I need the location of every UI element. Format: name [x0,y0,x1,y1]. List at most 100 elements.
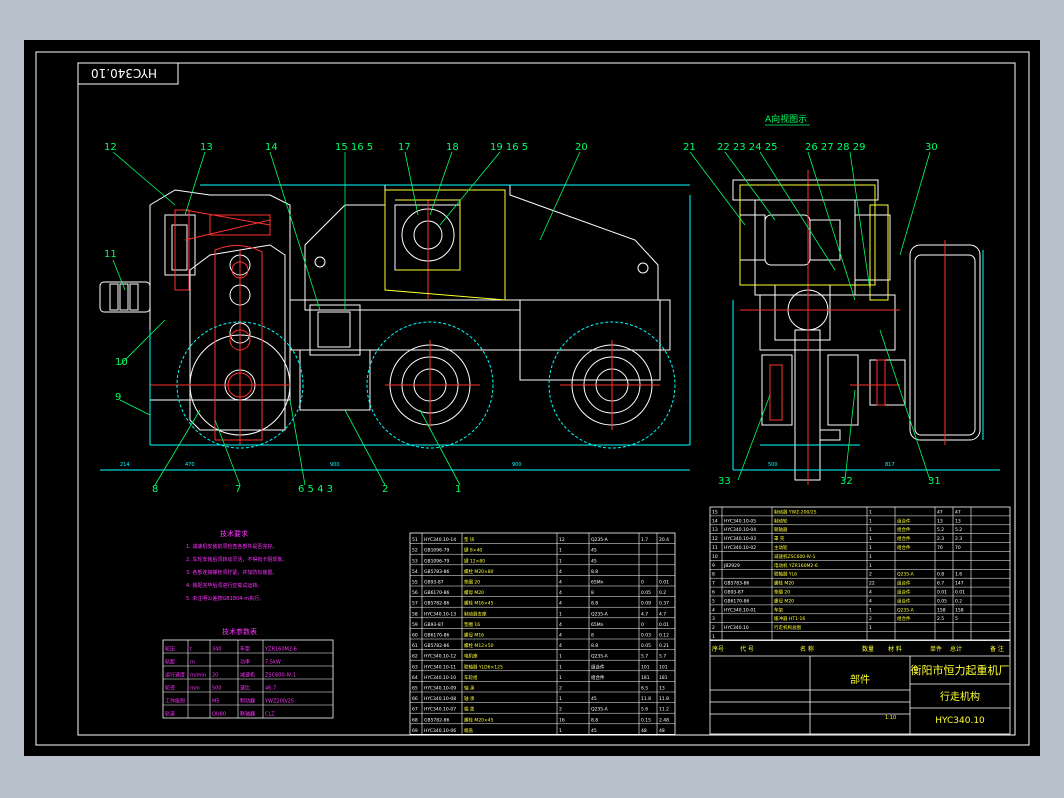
bom-left-cell: 制动器支座 [464,610,487,617]
balloon-30: 30 [925,142,938,153]
bom-left-cell: 键 8×40 [464,547,482,554]
bom-left-cell: GB1096-79 [424,548,450,554]
bom-left-cell: 6.5 [641,686,648,692]
balloon-18: 18 [446,142,459,153]
bom-right-cell: 2.3 [955,536,962,542]
bom-right-cell: 10 [712,554,718,560]
bom-left-cell: 0.01 [659,622,669,628]
bom-right-cell: 158 [955,607,964,613]
bom-left-cell: 11.8 [659,696,669,702]
params-cell: 车型 [240,646,250,653]
bom-left-cell: GB5783-86 [424,569,450,575]
bom-right-cell: 组合件 [897,526,911,533]
bom-left-cell: 5.7 [641,654,648,660]
bom-right-cell: HYC340.10-05 [724,518,756,524]
bom-left-cell: 1.7 [641,537,648,543]
bom-left-cell: 11.2 [659,707,669,713]
bom-right-cell: Q235-A [897,572,915,578]
params-cell: M5 [212,699,220,705]
params-cell: m [190,660,195,666]
bom-right-cell: 减速机ZSC600-Ⅳ-1 [774,553,816,560]
dim-470: 470 [185,462,195,468]
params-title: 技术参数表 [222,627,257,636]
bom-header-cell: 序号 [712,645,724,653]
bom-left-cell: 4 [559,643,562,649]
bom-right-cell: 7 [712,581,715,587]
params-cell: 20 [212,673,218,679]
tech-note-2: 2. 车轮安装后须转动灵活，不得有卡阻现象。 [186,556,287,563]
bom-left-cell: 1 [559,675,562,681]
bom-left-cell: 0.01 [659,580,669,586]
balloon-8: 8 [152,484,158,495]
bom-right-cell: 0.01 [937,590,947,596]
bom-header-cell: 总计 [950,645,962,653]
params-cell: 7.5kW [265,660,281,666]
bom-left-cell: Q235-A [591,707,609,713]
bom-right-cell: 0.01 [955,590,965,596]
bom-right-cell: 1 [869,527,872,533]
bom-right-cell: JB2929 [723,563,740,569]
bom-right-cell: 电动机 YZR160M2-6 [774,562,818,569]
bom-left-cell: 垫圈 20 [464,579,480,586]
bom-right-cell: 22 [869,581,875,587]
bom-left-cell: 螺栓 M20×45 [464,716,494,723]
params-cell: QU80 [212,712,226,718]
bom-right-cell: 行走机构总图 [774,624,801,631]
bom-right-cell: 1 [869,607,872,613]
bom-left-cell: HYC340.10-08 [424,696,456,702]
bom-right-cell: 47 [937,509,943,515]
bom-left-cell: 2 [559,707,562,713]
params-cell: mm [190,686,200,692]
bom-left-cell: 电机座 [464,653,478,660]
bom-right-cell: 6 [712,590,715,596]
bom-right-cell: HYC340.10-02 [724,545,756,551]
bom-left-cell: 5.7 [659,654,666,660]
view-note: A向视图示 [765,113,807,125]
bom-right-cell: 6.7 [937,581,944,587]
bom-left-cell: 51 [412,537,418,543]
bom-left-cell: 101 [659,664,668,670]
params-cell: 减速机 [240,672,255,679]
dim-214: 214 [120,462,130,468]
bom-left-cell: 48 [641,728,647,734]
bom-right-cell: Q235-A [897,607,915,613]
bom-left-cell: 0.05 [641,643,651,649]
bom-left-cell: 4.7 [659,611,666,617]
dim-900-b: 900 [512,462,522,468]
bom-right-cell: 3 [712,616,715,622]
bom-right-cell: 8 [712,572,715,578]
bom-right-cell: 1 [869,545,872,551]
bom-right-cell: 147 [955,581,964,587]
bom-left-cell: 65 [412,686,418,692]
balloon-33: 33 [718,476,731,487]
bom-right-cell: 0.05 [937,598,947,604]
bom-left-cell: HYC340.10-13 [424,611,456,617]
bom-header-cell: 代 号 [740,645,754,653]
bom-left-cell: Q235-A [591,611,609,617]
bom-right-cell: 1 [869,554,872,560]
bom-left-cell: 45 [591,548,597,554]
bom-header-cell: 备 注 [990,645,1004,653]
tech-note-5: 5. 未注明公差按GB1804-m执行。 [186,595,264,602]
bom-right-cell: GB93-87 [724,590,744,596]
bom-right-cell: 螺栓 M20 [774,580,794,587]
bom-left-cell: 键 12×80 [464,557,485,564]
params-cell: 轮径 [165,685,175,692]
bom-right-cell: 0.8 [937,572,944,578]
bom-right-cell: 组合件 [897,597,911,604]
bom-right-cell: 12 [712,536,718,542]
bom-left-cell: 0.37 [659,601,669,607]
bom-left-cell: 1 [559,611,562,617]
bom-left-cell: 52 [412,548,418,554]
balloon-26-27-28-29: 26 27 28 29 [805,142,865,153]
bom-left-cell: GB6170-86 [424,633,450,639]
params-cell: CLZ [265,712,275,718]
bom-right-cell: 70 [937,545,943,551]
bom-right-cell: 4 [869,598,872,604]
bom-left-cell: 0.03 [641,633,651,639]
params-cell: 功率 [240,659,250,666]
balloon-17: 17 [398,142,411,153]
bom-left-cell: 螺母 M20 [464,589,484,596]
params-cell: YZR160M2-6 [264,647,297,653]
bom-left-cell: 64 [412,675,418,681]
